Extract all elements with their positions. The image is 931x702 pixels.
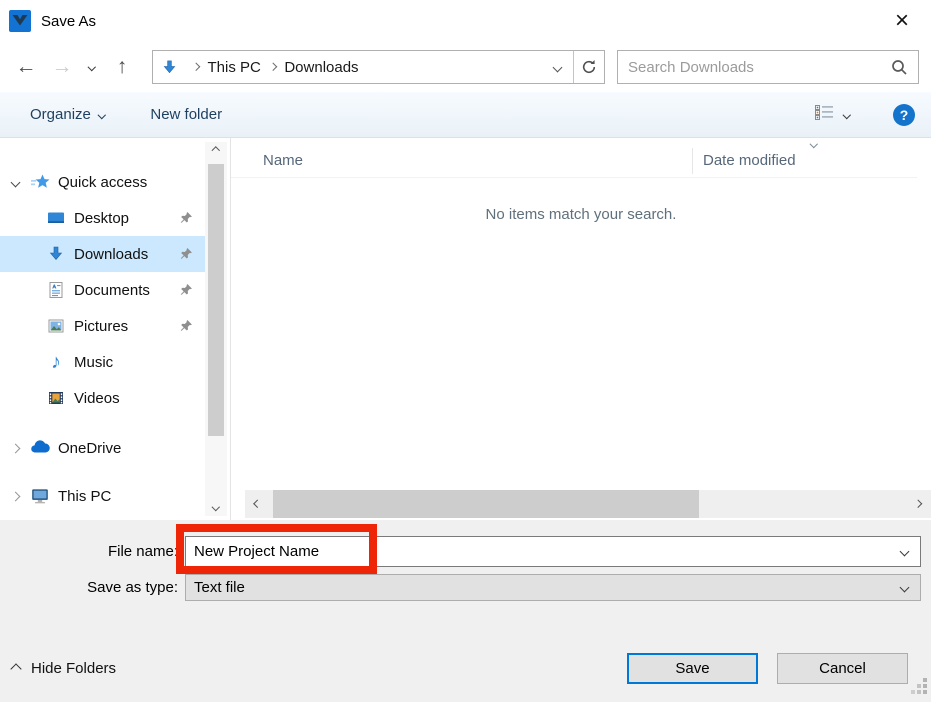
pictures-icon (46, 316, 66, 336)
new-folder-button[interactable]: New folder (150, 106, 222, 123)
save-as-dialog: Save As × ← → ↑ This PC Downloads (0, 0, 931, 702)
pin-icon (179, 211, 193, 225)
column-header-name[interactable]: Name (263, 144, 303, 178)
quick-access-icon (30, 172, 50, 192)
videos-icon (46, 388, 66, 408)
view-list-icon[interactable] (815, 105, 834, 124)
column-header-date-modified[interactable]: Date modified (703, 144, 796, 178)
sidebar-item-quick-access[interactable]: Quick access (0, 164, 205, 200)
help-icon[interactable]: ? (893, 104, 915, 126)
organize-dropdown-icon (98, 111, 106, 119)
navigation-pane: Quick access Desktop (0, 138, 231, 520)
sidebar-item-videos[interactable]: Videos (0, 380, 205, 416)
downloads-folder-icon (161, 59, 178, 76)
file-name-input[interactable] (186, 543, 901, 560)
empty-results-message: No items match your search. (231, 206, 931, 223)
sidebar-item-label: Videos (74, 390, 120, 407)
sidebar-item-desktop[interactable]: Desktop (0, 200, 205, 236)
dialog-footer: File name: Save as type: Text file Hide … (0, 520, 931, 702)
command-toolbar: Organize New folder ? (0, 92, 931, 138)
search-box (617, 50, 919, 84)
sidebar-item-onedrive[interactable]: OneDrive (0, 430, 205, 466)
sidebar-item-label: OneDrive (58, 440, 121, 457)
column-headers: Name Date modified (231, 144, 917, 178)
onedrive-icon (30, 438, 50, 458)
pin-icon (179, 283, 193, 297)
file-name-combobox (185, 536, 921, 567)
cancel-button[interactable]: Cancel (777, 653, 908, 684)
save-button[interactable]: Save (627, 653, 758, 684)
desktop-icon (46, 208, 66, 228)
save-as-type-value: Text file (186, 579, 901, 596)
search-input[interactable] (618, 59, 891, 76)
app-icon (8, 9, 32, 33)
sidebar-item-label: Desktop (74, 210, 129, 227)
music-icon: ♪ (46, 352, 66, 372)
up-icon[interactable]: ↑ (104, 50, 140, 84)
column-divider[interactable] (692, 148, 693, 174)
sidebar-item-downloads[interactable]: Downloads (0, 236, 205, 272)
content-area: Quick access Desktop (0, 138, 931, 520)
breadcrumb-this-pc[interactable]: This PC (208, 59, 261, 76)
organize-button[interactable]: Organize (30, 106, 104, 123)
back-icon[interactable]: ← (8, 50, 44, 84)
sidebar-item-music[interactable]: ♪ Music (0, 344, 205, 380)
refresh-icon (580, 58, 598, 76)
chevron-right-icon[interactable] (0, 445, 30, 452)
view-dropdown-icon[interactable] (842, 111, 850, 119)
address-dropdown-icon[interactable] (553, 62, 563, 72)
downloads-icon (46, 244, 66, 264)
save-as-type-dropdown[interactable]: Text file (185, 574, 921, 601)
hide-folders-label: Hide Folders (31, 660, 116, 677)
pin-icon (179, 247, 193, 261)
sidebar-item-label: Quick access (58, 174, 147, 191)
window-title: Save As (41, 13, 96, 30)
sidebar-item-label: Music (74, 354, 113, 371)
horizontal-scrollbar[interactable] (245, 490, 931, 518)
breadcrumb-downloads[interactable]: Downloads (284, 59, 358, 76)
navigation-bar: ← → ↑ This PC Downloads (0, 42, 931, 92)
sidebar-item-label: Downloads (74, 246, 148, 263)
scrollbar-thumb[interactable] (208, 164, 224, 436)
recent-locations-icon[interactable] (80, 64, 104, 70)
sidebar-scrollbar[interactable] (205, 142, 227, 516)
save-as-type-dropdown-icon (900, 583, 910, 593)
titlebar: Save As × (0, 0, 931, 42)
pin-icon (179, 319, 193, 333)
scroll-down-icon[interactable] (205, 498, 227, 516)
chevron-down-icon[interactable] (0, 179, 30, 186)
breadcrumb-chevron-icon (192, 63, 200, 71)
hide-folders-button[interactable]: Hide Folders (12, 653, 116, 684)
address-bar[interactable]: This PC Downloads (152, 50, 605, 84)
scroll-left-icon[interactable] (245, 490, 271, 518)
this-pc-icon (30, 486, 50, 506)
sidebar-item-label: Documents (74, 282, 150, 299)
save-as-type-label: Save as type: (0, 574, 178, 601)
column-filter-icon[interactable] (810, 140, 818, 148)
sidebar-item-label: Pictures (74, 318, 128, 335)
new-folder-label: New folder (150, 106, 222, 123)
sidebar-item-documents[interactable]: Documents (0, 272, 205, 308)
chevron-right-icon[interactable] (0, 493, 30, 500)
breadcrumb-chevron-icon (269, 63, 277, 71)
sidebar-item-this-pc[interactable]: This PC (0, 478, 205, 514)
forward-icon: → (44, 50, 80, 84)
scroll-right-icon[interactable] (905, 490, 931, 518)
sidebar-item-label: This PC (58, 488, 111, 505)
refresh-button[interactable] (573, 51, 604, 83)
sidebar-item-pictures[interactable]: Pictures (0, 308, 205, 344)
search-icon[interactable] (891, 59, 908, 76)
close-icon[interactable]: × (881, 1, 923, 41)
file-name-dropdown-icon[interactable] (900, 547, 910, 557)
resize-grip-icon[interactable] (911, 678, 928, 699)
scroll-up-icon[interactable] (205, 142, 227, 160)
chevron-up-icon (10, 663, 21, 674)
documents-icon (46, 280, 66, 300)
file-name-label: File name: (0, 536, 178, 567)
scrollbar-thumb[interactable] (273, 490, 699, 518)
file-list: Name Date modified No items match your s… (231, 138, 931, 520)
organize-label: Organize (30, 106, 91, 123)
